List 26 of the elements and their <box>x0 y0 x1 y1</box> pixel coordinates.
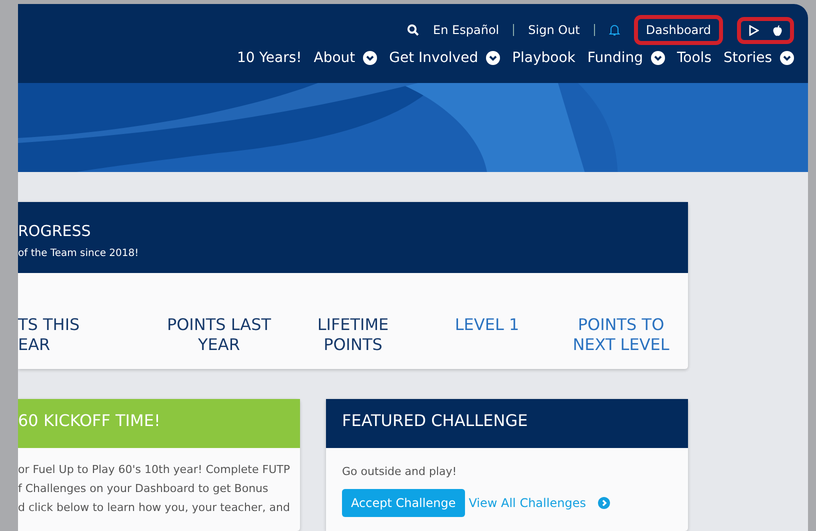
card-text: or Fuel Up to Play 60's 10th year! Complete FUTP f Challenges on your Dashboard to get Bonus d click below to learn how you, your teacher, and <box>18 462 290 516</box>
card-text: Go outside and play! <box>342 464 458 480</box>
nav-item[interactable]: Funding <box>587 50 665 66</box>
bell-icon[interactable] <box>608 24 620 36</box>
card-title: FEATURED CHALLENGE <box>342 410 529 430</box>
play-store-icon[interactable] <box>749 24 759 36</box>
nav-item[interactable]: About <box>314 50 378 66</box>
dashboard-link[interactable]: Dashboard <box>646 23 711 37</box>
nav-item[interactable]: Playbook <box>512 50 576 66</box>
stat-label: POINTS LAST YEAR <box>166 314 272 355</box>
nav-item[interactable]: Stories <box>724 50 794 66</box>
search-icon[interactable] <box>407 24 420 36</box>
apple-icon[interactable] <box>773 24 782 36</box>
stat-label: LIFETIME POINTS <box>316 314 390 355</box>
top-link[interactable]: Sign Out <box>528 23 580 37</box>
card-title: ROGRESS <box>18 222 92 240</box>
stat-label: POINTS TO NEXT LEVEL <box>572 314 670 355</box>
top-link[interactable]: En Español <box>433 23 500 37</box>
chevron-icon[interactable] <box>598 497 610 509</box>
stat-label: LEVEL 1 <box>454 314 520 336</box>
nav-item[interactable]: Get Involved <box>389 50 500 66</box>
nav-item[interactable]: Tools <box>677 50 712 66</box>
nav-item[interactable]: 10 Years! <box>236 50 302 66</box>
stat-label: TS THIS EAR <box>18 314 81 355</box>
card-subtitle: of the Team since 2018! <box>18 248 140 259</box>
card-title: 60 KICKOFF TIME! <box>18 410 162 430</box>
